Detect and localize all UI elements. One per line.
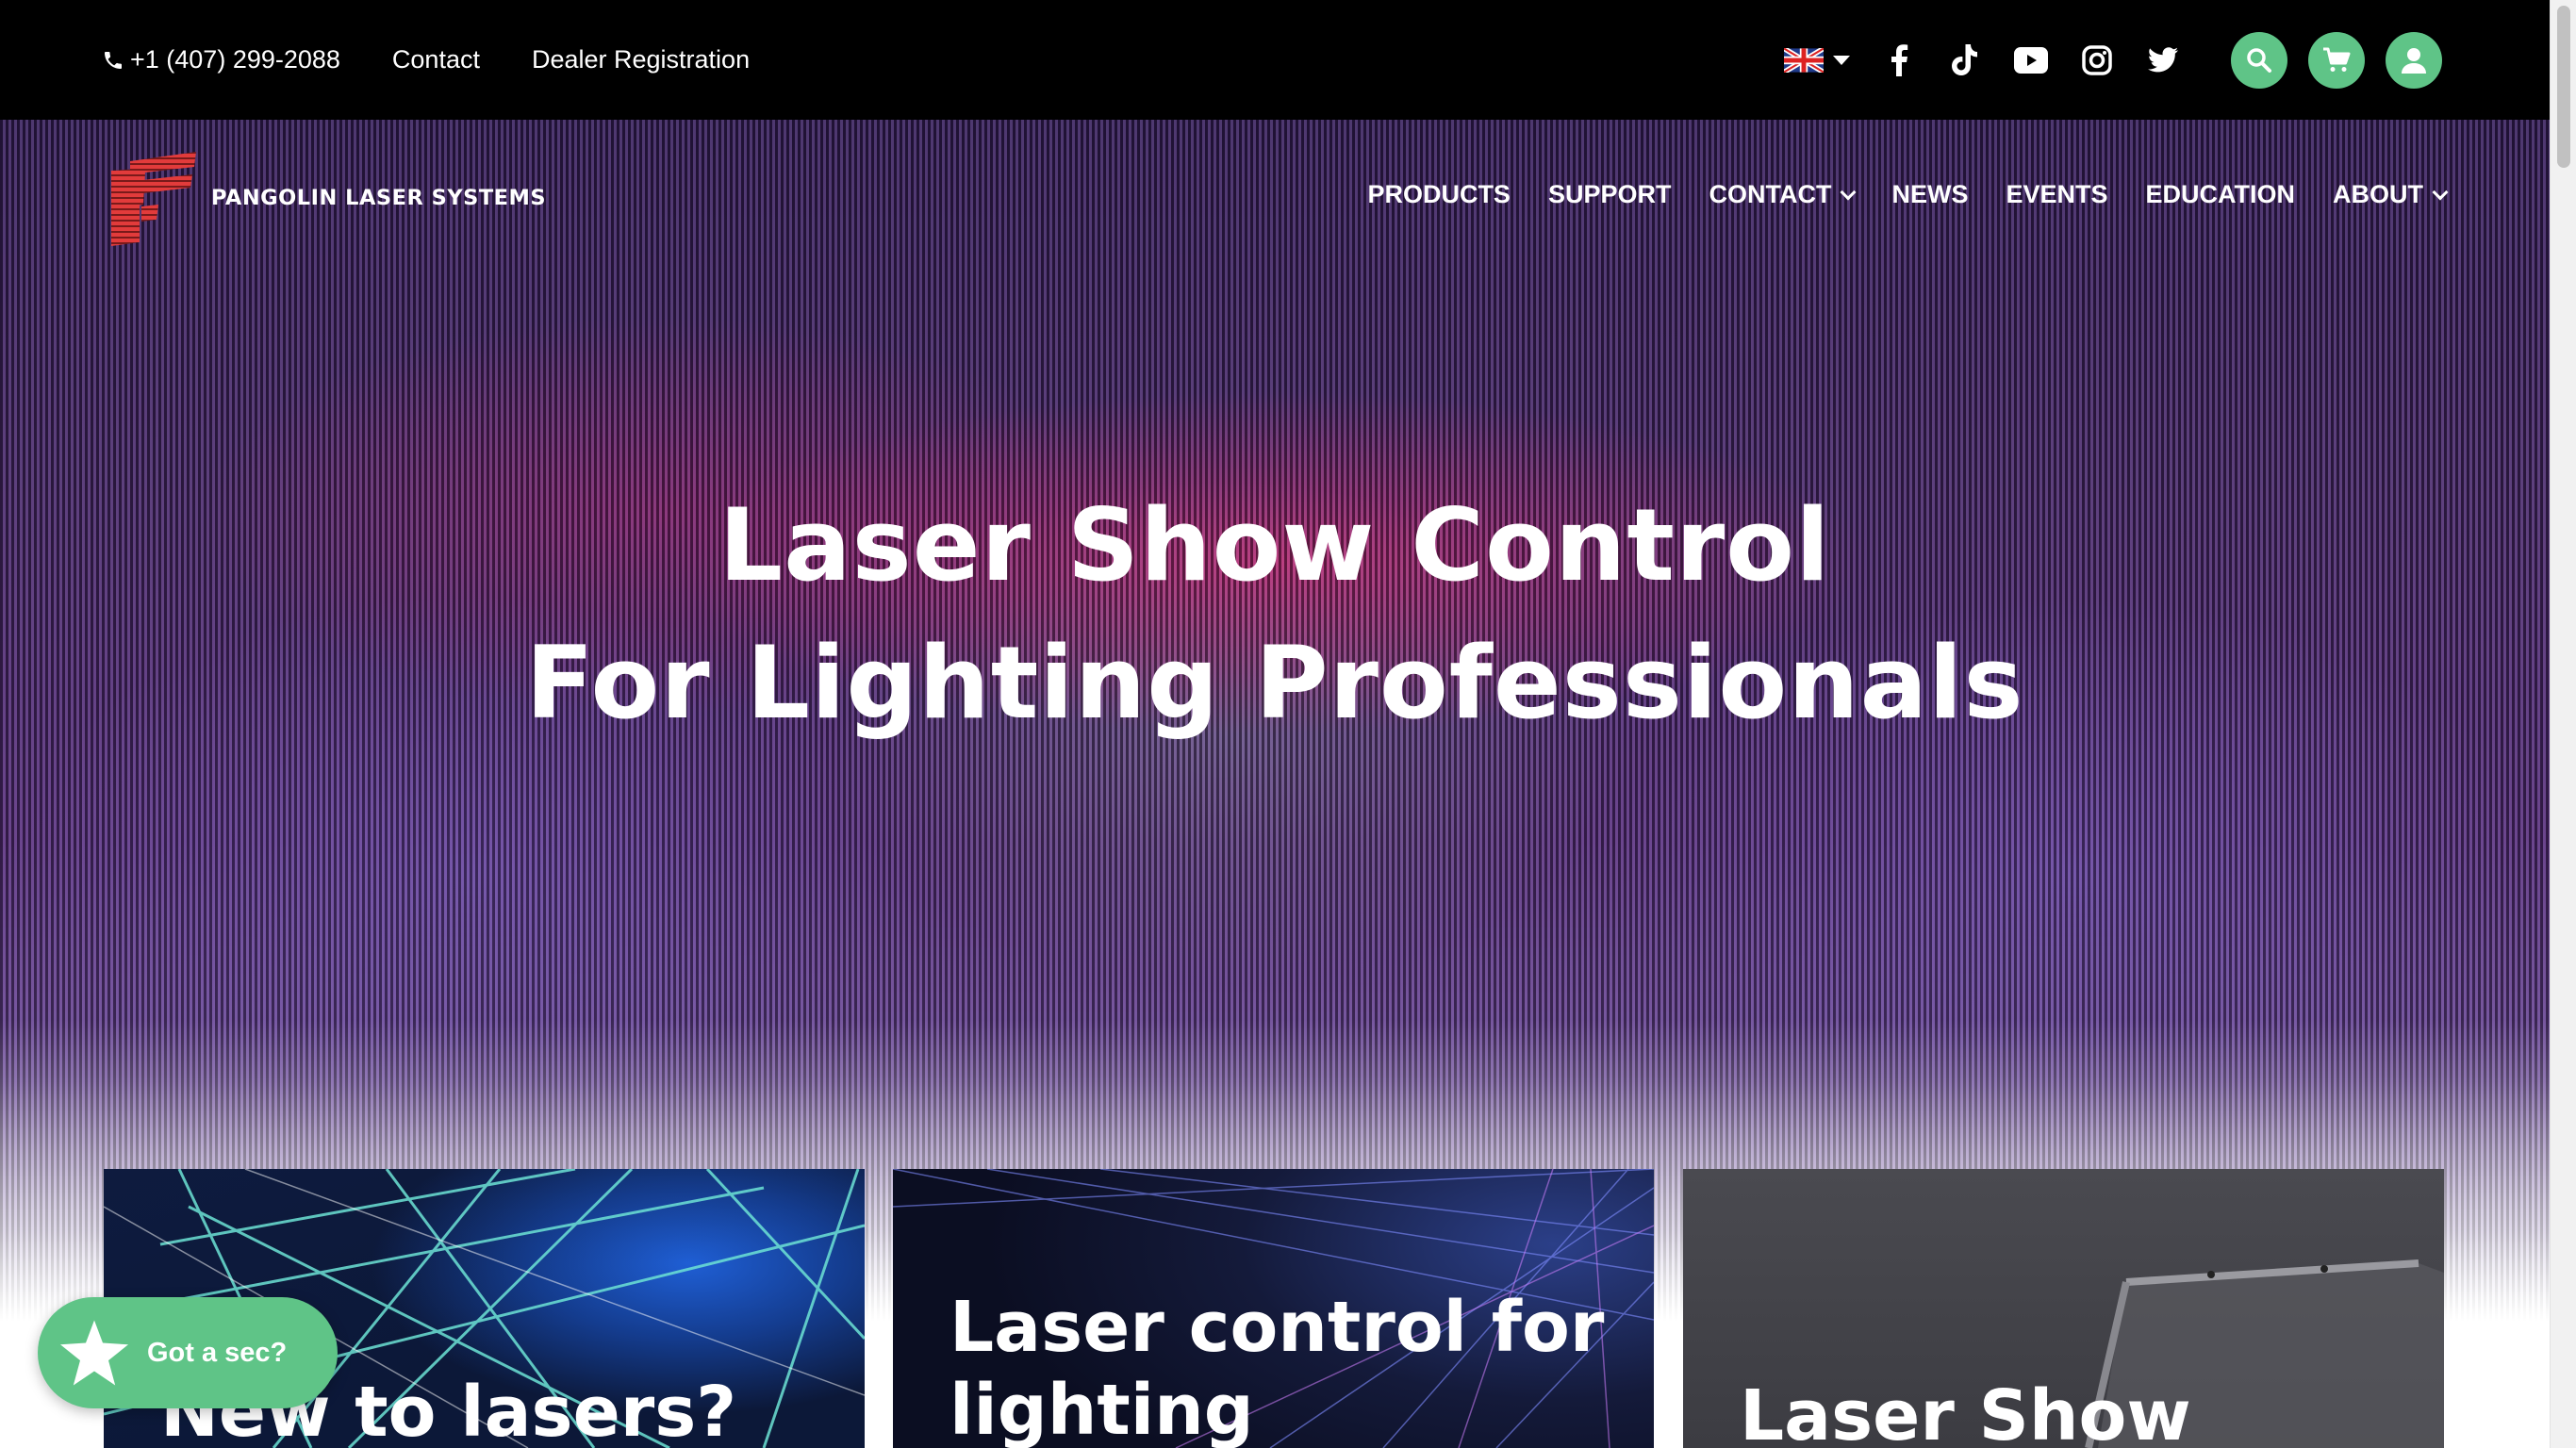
top-bar: +1 (407) 299-2088 Contact Dealer Registr… (0, 0, 2550, 120)
instagram-link[interactable] (2078, 41, 2116, 79)
hero-headline: Laser Show Control For Lighting Professi… (0, 477, 2550, 752)
star-icon (60, 1320, 128, 1386)
youtube-link[interactable] (2012, 41, 2050, 79)
page-scrollbar[interactable] (2550, 0, 2576, 1448)
tiktok-icon (1952, 43, 1977, 75)
top-bar-left: +1 (407) 299-2088 Contact Dealer Registr… (102, 0, 801, 120)
phone-number: +1 (407) 299-2088 (130, 45, 340, 74)
hero-headline-line1: Laser Show Control (718, 487, 1831, 603)
nav-item-support[interactable]: SUPPORT (1548, 180, 1672, 209)
search-icon (2247, 47, 2271, 73)
card-title: Laser control for lighting (949, 1287, 1605, 1448)
language-selector[interactable] (1784, 47, 1850, 73)
cart-icon (2323, 47, 2351, 72)
cart-button[interactable] (2308, 31, 2365, 89)
brand-name: PANGOLIN LASER SYSTEMS (211, 185, 547, 210)
card-title: Laser Show (1740, 1375, 2191, 1448)
feature-card-lighting-control[interactable]: Laser control for lighting (893, 1169, 1654, 1448)
uk-flag-icon (1784, 47, 1824, 73)
feature-card-laser-show[interactable]: Laser Show (1683, 1169, 2444, 1448)
nav-item-contact[interactable]: CONTACT (1709, 180, 1857, 209)
hero-headline-line2: For Lighting Professionals (525, 625, 2024, 741)
scrollbar-thumb[interactable] (2557, 6, 2570, 168)
pangolin-logo-icon (111, 152, 196, 246)
contact-link[interactable]: Contact (392, 45, 480, 74)
twitter-icon (2148, 46, 2178, 72)
phone-icon (105, 51, 122, 69)
twitter-link[interactable] (2144, 41, 2182, 79)
account-button[interactable] (2386, 31, 2442, 89)
phone-link[interactable]: +1 (407) 299-2088 (102, 45, 340, 74)
top-bar-right (1784, 0, 2442, 120)
main-navigation: PANGOLIN LASER SYSTEMS PRODUCTS SUPPORT … (0, 120, 2550, 275)
nav-item-news[interactable]: NEWS (1891, 180, 1968, 209)
search-button[interactable] (2231, 31, 2287, 89)
site-logo[interactable]: PANGOLIN LASER SYSTEMS (102, 148, 546, 247)
chevron-down-icon (1833, 55, 1850, 65)
nav-item-about-label: ABOUT (2333, 180, 2423, 208)
instagram-icon (2082, 44, 2112, 75)
youtube-icon (2014, 46, 2048, 74)
nav-item-education[interactable]: EDUCATION (2146, 180, 2296, 209)
feedback-widget-button[interactable]: Got a sec? (38, 1297, 338, 1408)
nav-item-products[interactable]: PRODUCTS (1367, 180, 1511, 209)
feedback-label: Got a sec? (147, 1337, 288, 1368)
nav-item-about[interactable]: ABOUT (2333, 180, 2449, 209)
dealer-registration-link[interactable]: Dealer Registration (532, 45, 750, 74)
tiktok-link[interactable] (1946, 41, 1984, 79)
feature-cards: New to lasers? Laser control for lightin… (104, 1169, 2444, 1448)
nav-item-events[interactable]: EVENTS (2006, 180, 2107, 209)
chevron-down-icon (2432, 184, 2449, 200)
facebook-link[interactable] (1880, 41, 1918, 79)
chevron-down-icon (1840, 184, 1857, 200)
nav-menu: PRODUCTS SUPPORT CONTACT NEWS EVENTS EDU… (1329, 180, 2449, 209)
nav-item-contact-label: CONTACT (1709, 180, 1832, 208)
facebook-icon (1891, 43, 1908, 76)
account-icon (2402, 47, 2426, 74)
